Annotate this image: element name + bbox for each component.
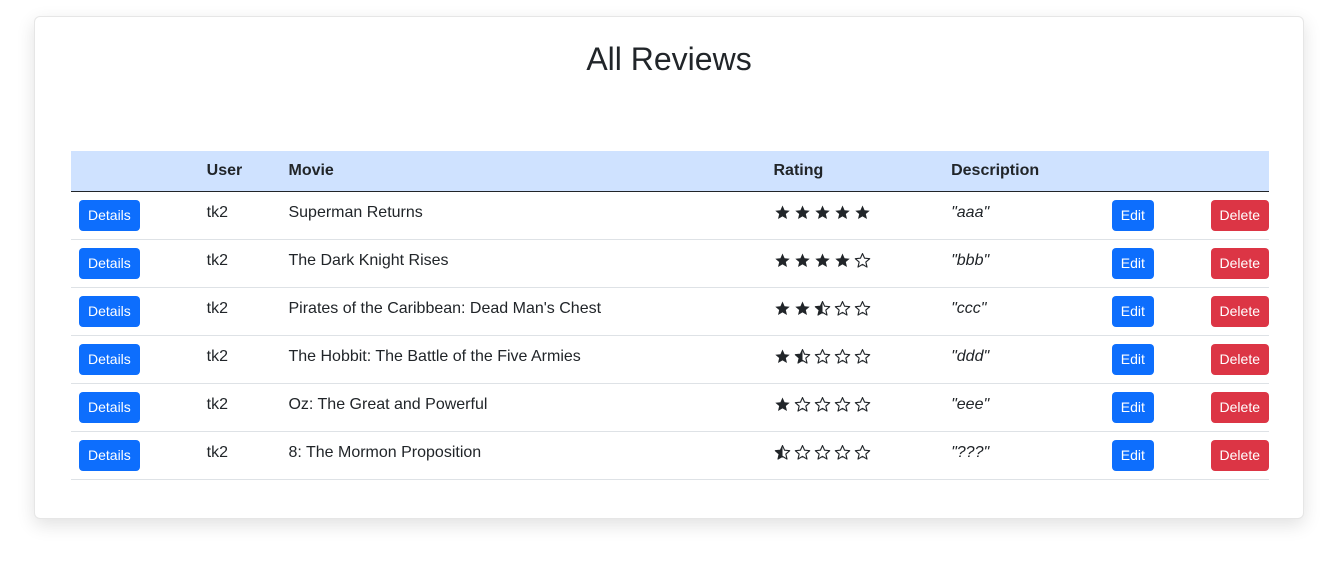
movie-cell: The Hobbit: The Battle of the Five Armie… [288,347,581,365]
star-empty-icon [854,396,870,412]
rating-stars [774,396,871,413]
details-button[interactable]: Details [79,199,140,231]
reviews-card: All Reviews User Movie Rating Descriptio… [34,16,1304,519]
user-cell: tk2 [206,251,229,269]
table-row: Details tk2 The Hobbit: The Battle of th… [71,335,1269,383]
description-cell: "???" [951,443,990,461]
star-empty-icon [854,300,870,316]
edit-button[interactable]: Edit [1111,247,1154,279]
star-empty-icon [854,252,870,268]
star-empty-icon [794,396,810,412]
delete-button[interactable]: Delete [1210,247,1269,279]
delete-button[interactable]: Delete [1210,295,1269,327]
star-full-icon [814,253,830,267]
user-cell: tk2 [206,299,229,317]
user-cell: tk2 [206,395,229,413]
star-full-icon [794,205,810,219]
user-cell: tk2 [206,203,229,221]
edit-button[interactable]: Edit [1111,199,1154,231]
description-cell: "eee" [951,395,990,413]
table-row: Details tk2 8: The Mormon Proposition "?… [71,431,1269,479]
edit-button[interactable]: Edit [1111,439,1154,471]
header-description: Description [951,151,1112,192]
description-cell: "bbb" [951,251,990,269]
movie-cell: 8: The Mormon Proposition [288,443,482,461]
star-empty-icon [814,444,830,460]
rating-stars [774,444,871,461]
star-full-icon [774,205,790,219]
details-button[interactable]: Details [79,343,140,375]
reviews-table: User Movie Rating Description Details tk… [71,151,1269,480]
star-half-icon [814,300,830,316]
star-empty-icon [854,348,870,364]
header-movie: Movie [288,151,774,192]
edit-button[interactable]: Edit [1111,391,1154,423]
star-full-icon [794,253,810,267]
edit-button[interactable]: Edit [1111,295,1154,327]
table-row: Details tk2 The Dark Knight Rises "bbb" … [71,239,1269,287]
star-full-icon [834,205,850,219]
star-empty-icon [814,396,830,412]
header-actions [71,151,207,192]
header-rating: Rating [773,151,952,192]
movie-cell: The Dark Knight Rises [288,251,449,269]
user-cell: tk2 [206,443,229,461]
details-button[interactable]: Details [79,247,140,279]
delete-button[interactable]: Delete [1210,391,1269,423]
rating-stars [774,252,871,269]
rating-stars [774,348,871,365]
description-cell: "ddd" [951,347,990,365]
user-cell: tk2 [206,347,229,365]
star-half-icon [794,348,810,364]
table-row: Details tk2 Pirates of the Caribbean: De… [71,287,1269,335]
star-full-icon [774,349,790,363]
edit-button[interactable]: Edit [1111,343,1154,375]
star-full-icon [814,205,830,219]
star-empty-icon [834,444,850,460]
star-full-icon [854,205,870,219]
delete-button[interactable]: Delete [1210,343,1269,375]
movie-cell: Superman Returns [288,203,423,221]
movie-cell: Oz: The Great and Powerful [288,395,488,413]
star-empty-icon [814,348,830,364]
details-button[interactable]: Details [79,391,140,423]
details-button[interactable]: Details [79,439,140,471]
star-full-icon [774,301,790,315]
header-delete [1210,151,1269,192]
table-row: Details tk2 Oz: The Great and Powerful "… [71,383,1269,431]
star-full-icon [794,301,810,315]
star-full-icon [834,253,850,267]
header-edit [1111,151,1211,192]
details-button[interactable]: Details [79,295,140,327]
header-user: User [206,151,289,192]
description-cell: "aaa" [951,203,990,221]
star-empty-icon [834,300,850,316]
movie-cell: Pirates of the Caribbean: Dead Man's Che… [288,299,602,317]
star-empty-icon [854,444,870,460]
description-cell: "ccc" [951,299,987,317]
star-full-icon [774,397,790,411]
page-title: All Reviews [586,41,752,77]
star-empty-icon [834,396,850,412]
rating-stars [774,204,871,221]
table-row: Details tk2 Superman Returns "aaa" Edit … [71,191,1269,239]
star-half-icon [774,444,790,460]
delete-button[interactable]: Delete [1210,199,1269,231]
star-full-icon [774,253,790,267]
star-empty-icon [794,444,810,460]
rating-stars [774,300,871,317]
star-empty-icon [834,348,850,364]
table-header-row: User Movie Rating Description [71,151,1269,192]
delete-button[interactable]: Delete [1210,439,1269,471]
